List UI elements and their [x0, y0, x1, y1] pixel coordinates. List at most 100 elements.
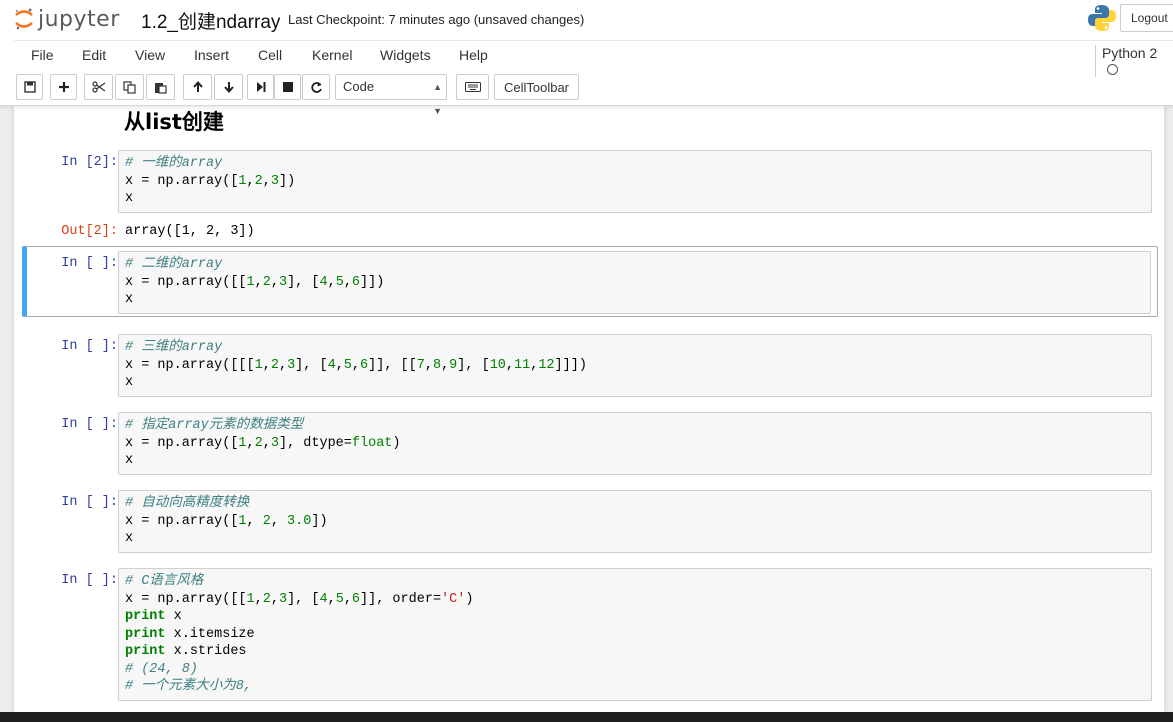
save-button[interactable]: [16, 74, 43, 100]
taskbar-edge: [0, 712, 1173, 722]
code-token: 6: [351, 591, 361, 607]
code-input[interactable]: # 二维的array x = np.array([[1,2,3], [4,5,6]…: [118, 251, 1151, 314]
paste-button[interactable]: [146, 74, 175, 100]
code-line: print x.strides: [125, 643, 1145, 661]
code-line: # C语言风格: [125, 573, 1145, 591]
kernel-indicator: Python 2: [1095, 45, 1173, 77]
code-input[interactable]: # 指定array元素的数据类型 x = np.array([1,2,3], dt…: [118, 412, 1152, 475]
kernel-name: Python 2: [1102, 45, 1158, 61]
code-token: x: [125, 292, 134, 307]
menu-widgets[interactable]: Widgets: [380, 47, 431, 63]
code-token: 2: [254, 173, 263, 189]
code-token: ,: [262, 435, 271, 451]
code-input[interactable]: # 自动向高精度转换 x = np.array([1, 2, 3.0]) x: [118, 490, 1152, 553]
code-token: 1: [238, 513, 247, 529]
code-token: 1: [238, 173, 247, 189]
code-token: 3.0: [287, 513, 312, 529]
input-prompt: In [ ]:: [61, 256, 118, 271]
stop-icon: [282, 82, 293, 92]
code-token: ,: [246, 435, 255, 451]
code-line: # 二维的array: [125, 256, 1144, 274]
menu-view[interactable]: View: [135, 47, 165, 63]
run-cell-button[interactable]: [247, 74, 274, 100]
menu-insert[interactable]: Insert: [194, 47, 229, 63]
code-token: 1: [238, 435, 247, 451]
cell-type-select[interactable]: Code ▲ ▼: [335, 74, 447, 116]
code-token: 2: [262, 513, 271, 529]
code-line: x: [125, 190, 1145, 208]
code-cell[interactable]: In [ ]: # 自动向高精度转换 x = np.array([1, 2, 3.0…: [22, 490, 1158, 553]
code-cell[interactable]: In [ ]: # 指定array元素的数据类型 x = np.array([1,2…: [22, 412, 1158, 475]
code-token: 2: [262, 274, 271, 290]
code-cell[interactable]: In [2]: # 一维的array x = np.array([1,2,3]) x O…: [22, 150, 1158, 247]
code-token: x.itemsize: [165, 626, 255, 642]
code-token: # 一个元素大小为8,: [125, 679, 252, 694]
code-token: x: [125, 453, 134, 468]
code-token: ], [: [295, 357, 328, 373]
code-line: # (24, 8): [125, 661, 1145, 679]
code-line: x: [125, 291, 1144, 309]
code-cell[interactable]: In [ ]: # C语言风格 x = np.array([[1,2,3], [4,…: [22, 568, 1158, 701]
code-token: 6: [351, 274, 361, 290]
cell-type-value: Code: [343, 79, 375, 94]
code-token: ,: [343, 591, 352, 607]
logout-button[interactable]: Logout: [1120, 4, 1173, 32]
notebook-name[interactable]: 1.2_创建ndarray: [141, 7, 280, 34]
menu-file[interactable]: File: [31, 47, 54, 63]
menu-edit[interactable]: Edit: [82, 47, 106, 63]
code-input[interactable]: # 一维的array x = np.array([1,2,3]) x: [118, 150, 1152, 213]
code-line: # 三维的array: [125, 339, 1145, 357]
code-token: ,: [441, 357, 450, 373]
code-input[interactable]: # 三维的array x = np.array([[[1,2,3], [4,5,6…: [118, 334, 1152, 397]
menu-cell[interactable]: Cell: [258, 47, 282, 63]
code-line: # 指定array元素的数据类型: [125, 417, 1145, 435]
save-icon: [23, 81, 36, 93]
code-line: x = np.array([1,2,3], dtype=float): [125, 435, 1145, 453]
code-line: print x: [125, 608, 1145, 626]
move-up-button[interactable]: [183, 74, 212, 100]
code-cell[interactable]: In [ ]: # 二维的array x = np.array([[1,2,3], …: [22, 246, 1158, 317]
code-token: 2: [254, 435, 263, 451]
code-token: # C语言风格: [125, 574, 204, 589]
plus-icon: [58, 82, 69, 92]
cell-toolbar-button[interactable]: CellToolbar: [494, 74, 579, 100]
code-token: ,: [351, 357, 361, 373]
cell-output: array([1, 2, 3]): [125, 223, 255, 239]
code-token: # 二维的array: [125, 257, 223, 272]
command-palette-button[interactable]: [456, 74, 489, 100]
code-token: ,: [505, 357, 514, 373]
checkpoint-status: Last Checkpoint: 7 minutes ago (unsaved …: [288, 12, 585, 27]
notebook-header: jupyter 1.2_创建ndarray Last Checkpoint: 7…: [0, 0, 1173, 116]
cut-button[interactable]: [84, 74, 113, 100]
code-line: # 一维的array: [125, 155, 1145, 173]
insert-cell-button[interactable]: [50, 74, 77, 100]
menu-help[interactable]: Help: [459, 47, 488, 63]
move-down-button[interactable]: [214, 74, 243, 100]
code-token: 4: [319, 591, 328, 607]
code-token: 3: [270, 435, 279, 451]
refresh-icon: [310, 81, 322, 93]
code-token: ,: [327, 591, 336, 607]
jupyter-logo[interactable]: jupyter: [14, 4, 120, 34]
output-prompt: Out[2]:: [61, 223, 118, 239]
menu-kernel[interactable]: Kernel: [312, 47, 352, 63]
interrupt-kernel-button[interactable]: [274, 74, 301, 100]
code-token: ], dtype=: [278, 435, 352, 451]
code-token: 2: [262, 591, 271, 607]
markdown-heading: 从list创建: [124, 110, 224, 134]
code-token: # 三维的array: [125, 340, 223, 355]
restart-kernel-button[interactable]: [302, 74, 330, 100]
code-cell[interactable]: In [ ]: # 三维的array x = np.array([[[1,2,3],…: [22, 334, 1158, 397]
code-token: ]], [[: [368, 357, 417, 373]
code-token: ,: [278, 357, 288, 373]
copy-button[interactable]: [115, 74, 144, 100]
code-token: x = np.array([[: [125, 591, 247, 607]
code-token: 5: [335, 591, 344, 607]
code-token: ,: [246, 173, 255, 189]
code-token: x.strides: [165, 644, 247, 659]
code-token: ,: [262, 357, 271, 373]
code-token: ,: [343, 274, 352, 290]
copy-icon: [123, 80, 136, 94]
code-token: x: [165, 609, 182, 624]
code-input[interactable]: # C语言风格 x = np.array([[1,2,3], [4,5,6]], …: [118, 568, 1152, 701]
